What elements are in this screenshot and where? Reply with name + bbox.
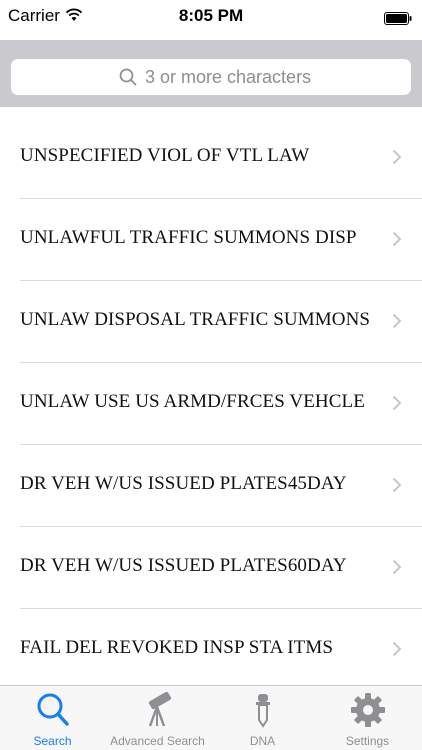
list-item[interactable]: DR VEH W/US ISSUED PLATES45DAY [20,445,422,527]
chevron-right-icon [392,641,402,662]
list-item[interactable]: FAIL DEL REVOKED INSP STA ITMS [20,609,422,685]
chevron-right-icon [392,477,402,498]
list-item-label: UNLAW DISPOSAL TRAFFIC SUMMONS [20,309,371,330]
list-item[interactable]: UNLAW DISPOSAL TRAFFIC SUMMONS [20,281,422,363]
chevron-right-icon [392,313,402,334]
chevron-right-icon [392,149,402,170]
list-item-label: DR VEH W/US ISSUED PLATES45DAY [20,473,347,494]
telescope-icon [105,692,210,728]
battery-icon [384,10,412,25]
list-item-label: UNSPECIFIED VIOL OF VTL LAW [20,145,310,166]
chevron-right-icon [392,231,402,252]
gear-icon [315,692,420,728]
tab-dna[interactable]: DNA [210,686,315,750]
tab-label: DNA [249,734,276,748]
tab-advanced-search[interactable]: Advanced Search [105,686,210,750]
results-list: UNSPECIFIED VIOL OF VTL LAW UNLAWFUL TRA… [0,117,422,685]
search-input[interactable] [145,66,385,88]
list-item[interactable]: DR VEH W/US ISSUED PLATES60DAY [20,527,422,609]
tab-label: Settings [345,734,390,748]
chevron-right-icon [392,395,402,416]
search-field[interactable] [11,59,411,95]
list-item[interactable]: UNLAWFUL TRAFFIC SUMMONS DISP [20,199,422,281]
status-time: 8:05 PM [178,6,244,25]
tab-bar: Search Advanced Search DNA Settings [0,685,422,750]
tab-label: Search [33,734,72,748]
tab-settings[interactable]: Settings [315,686,420,750]
dropper-icon [210,692,315,728]
search-bar [0,40,422,107]
status-bar: Carrier 8:05 PM [0,0,422,40]
search-icon [0,692,105,728]
list-item[interactable]: UNSPECIFIED VIOL OF VTL LAW [20,117,422,199]
tab-search[interactable]: Search [0,686,105,750]
list-item-label: FAIL DEL REVOKED INSP STA ITMS [20,637,334,658]
search-icon [119,68,137,91]
list-item-label: UNLAWFUL TRAFFIC SUMMONS DISP [20,227,357,248]
list-item[interactable]: UNLAW USE US ARMD/FRCES VEHCLE [20,363,422,445]
list-item-label: DR VEH W/US ISSUED PLATES60DAY [20,555,347,576]
chevron-right-icon [392,559,402,580]
list-item-label: UNLAW USE US ARMD/FRCES VEHCLE [20,391,365,412]
tab-label: Advanced Search [110,734,205,748]
